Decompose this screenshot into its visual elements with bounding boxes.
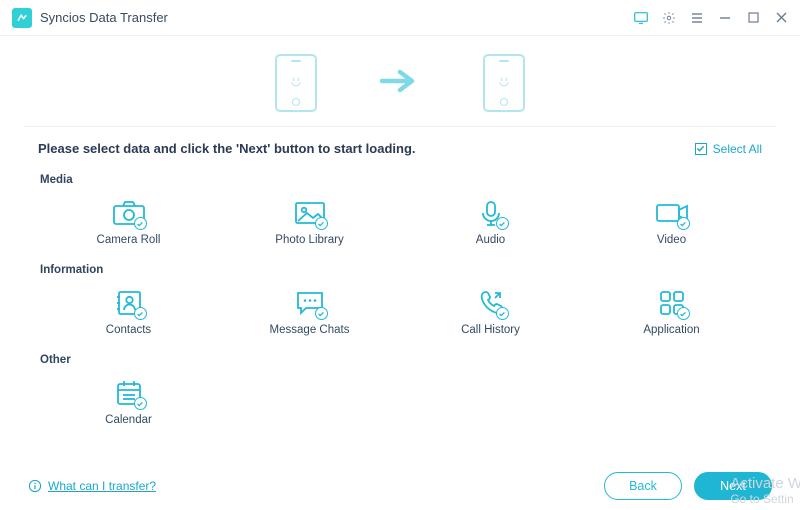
item-application[interactable]: Application [581,282,762,346]
gear-icon[interactable] [662,11,676,25]
group-label-media: Media [40,174,762,186]
item-label: Call History [461,324,520,336]
contacts-icon [109,288,149,318]
phone-icon [471,288,511,318]
info-icon [28,479,42,493]
item-photo-library[interactable]: Photo Library [219,192,400,256]
photo-icon [290,198,330,228]
minimize-icon[interactable] [718,11,732,25]
calendar-icon [109,378,149,408]
group-label-other: Other [40,354,762,366]
item-label: Camera Roll [97,234,161,246]
select-all-checkbox[interactable]: Select All [695,142,762,156]
item-label: Calendar [105,414,152,426]
audio-icon [471,198,511,228]
checkmark-icon [695,143,707,155]
help-link[interactable]: What can I transfer? [28,479,156,493]
chat-icon [290,288,330,318]
group-label-information: Information [40,264,762,276]
item-call-history[interactable]: Call History [400,282,581,346]
next-button[interactable]: Next [694,472,772,500]
footer: What can I transfer? Back Next Activate … [0,462,800,510]
device-diagram [0,36,800,126]
select-all-label: Select All [713,142,762,156]
menu-icon[interactable] [690,11,704,25]
maximize-icon[interactable] [746,11,760,25]
item-message-chats[interactable]: Message Chats [219,282,400,346]
item-label: Video [657,234,686,246]
apps-icon [652,288,692,318]
item-label: Photo Library [275,234,343,246]
app-title: Syncios Data Transfer [40,10,168,25]
camera-icon [109,198,149,228]
close-icon[interactable] [774,11,788,25]
item-label: Audio [476,234,505,246]
title-bar: Syncios Data Transfer [0,0,800,36]
help-label: What can I transfer? [48,479,156,493]
instruction-text: Please select data and click the 'Next' … [38,141,416,156]
video-icon [652,198,692,228]
back-button[interactable]: Back [604,472,682,500]
item-contacts[interactable]: Contacts [38,282,219,346]
item-label: Application [643,324,699,336]
target-phone-icon [483,54,525,112]
item-video[interactable]: Video [581,192,762,256]
source-phone-icon [275,54,317,112]
item-camera-roll[interactable]: Camera Roll [38,192,219,256]
app-logo [12,8,32,28]
item-calendar[interactable]: Calendar [38,372,219,436]
screen-icon[interactable] [634,11,648,25]
transfer-arrow-icon [377,66,423,101]
window-controls [634,11,788,25]
item-label: Contacts [106,324,151,336]
item-audio[interactable]: Audio [400,192,581,256]
item-label: Message Chats [270,324,350,336]
